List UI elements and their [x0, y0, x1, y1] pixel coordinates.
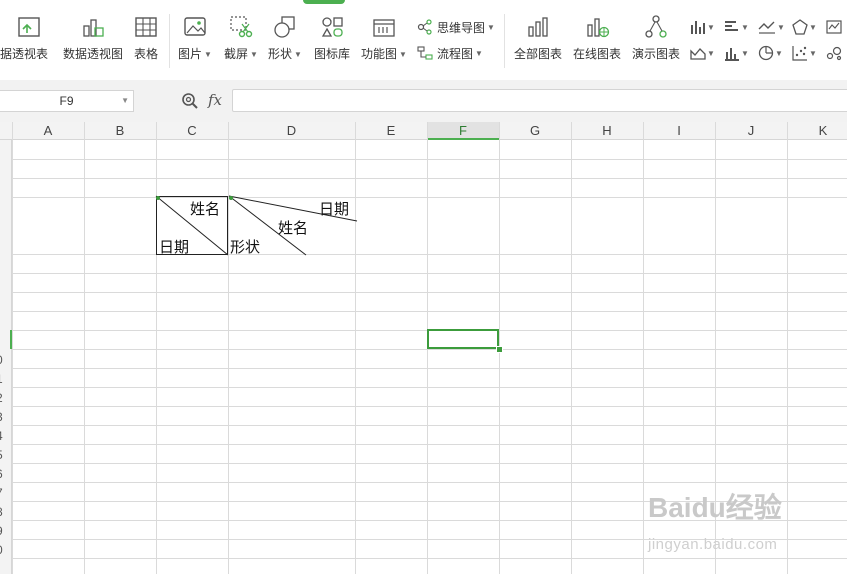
- fill-handle[interactable]: [496, 346, 503, 353]
- d5-bottom-text: 形状: [230, 239, 261, 256]
- baidu-watermark: Baidu经验 jingyan.baidu.com: [648, 486, 818, 556]
- shape-handle: [156, 196, 160, 200]
- watermark-text: Baidu经验: [648, 492, 782, 523]
- shape-handle: [229, 196, 233, 200]
- d5-top-text: 日期: [319, 201, 350, 218]
- c5-bottom-text: 日期: [159, 239, 190, 256]
- watermark-url: jingyan.baidu.com: [648, 536, 778, 553]
- c5-top-text: 姓名: [190, 201, 221, 218]
- d5-middle-text: 姓名: [278, 220, 309, 237]
- active-cell-f9[interactable]: [427, 329, 499, 349]
